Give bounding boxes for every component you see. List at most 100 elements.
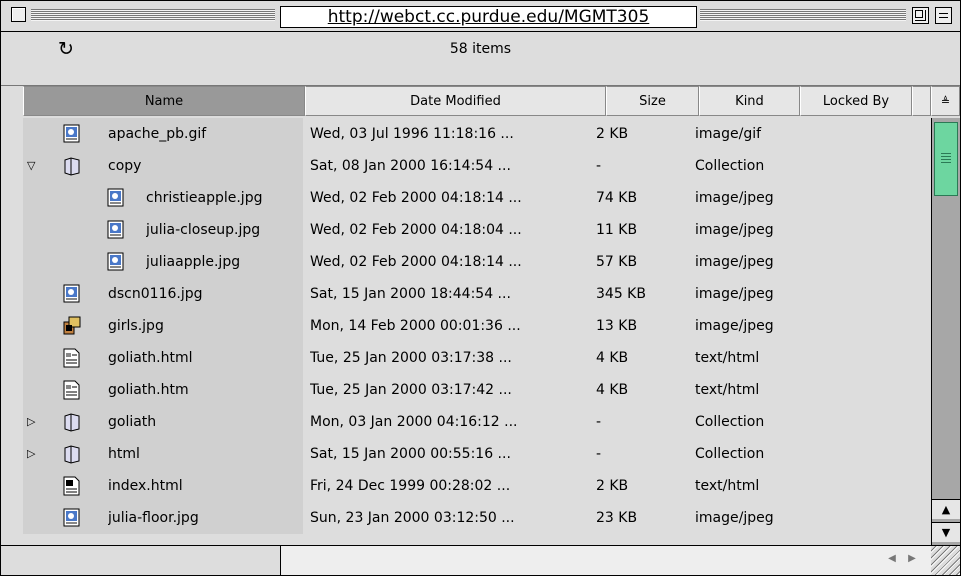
file-size: 74 KB [596, 190, 638, 206]
file-date: Fri, 24 Dec 1999 00:28:02 ... [310, 478, 511, 494]
image-file-icon [107, 252, 124, 271]
file-kind: image/jpeg [695, 286, 774, 302]
list-item[interactable]: goliath.htm Tue, 25 Jan 2000 03:17:42 ..… [23, 374, 931, 406]
file-name: julia-closeup.jpg [146, 222, 261, 238]
resize-grip-icon[interactable] [931, 546, 960, 575]
grip-icon [941, 153, 951, 163]
browser-window: http://webct.cc.purdue.edu/MGMT305 58 it… [0, 0, 961, 576]
list-item[interactable]: girls.jpg Mon, 14 Feb 2000 00:01:36 ... … [23, 310, 931, 342]
file-name: julia-floor.jpg [108, 510, 199, 526]
disclosure-collapsed-icon[interactable]: ▷ [27, 416, 35, 428]
file-kind: image/jpeg [695, 190, 774, 206]
list-item[interactable]: apache_pb.gif Wed, 03 Jul 1996 11:18:16 … [23, 118, 931, 150]
column-header-locked-by[interactable]: Locked By [800, 86, 912, 116]
scroll-thumb[interactable] [934, 122, 958, 196]
list-item[interactable]: ▷ html Sat, 15 Jan 2000 00:55:16 ... - C… [23, 438, 931, 470]
application-file-icon [63, 316, 81, 335]
title-stripes-left [31, 9, 275, 21]
html-document-icon [63, 348, 80, 368]
file-kind: image/gif [695, 126, 762, 142]
list-item[interactable]: dscn0116.jpg Sat, 15 Jan 2000 18:44:54 .… [23, 278, 931, 310]
file-name: girls.jpg [108, 318, 164, 334]
window-title[interactable]: http://webct.cc.purdue.edu/MGMT305 [280, 6, 697, 28]
file-date: Tue, 25 Jan 2000 03:17:38 ... [310, 350, 512, 366]
info-bar: 58 items ↻ [1, 32, 960, 86]
file-size: 2 KB [596, 126, 629, 142]
scroll-right-button[interactable]: ▶ [905, 550, 919, 568]
list-item[interactable]: julia-closeup.jpg Wed, 02 Feb 2000 04:18… [23, 214, 931, 246]
horizontal-scrollbar[interactable]: ◀ ▶ [281, 546, 931, 575]
file-name: goliath [108, 414, 157, 430]
file-size: 23 KB [596, 510, 638, 526]
file-date: Sat, 15 Jan 2000 18:44:54 ... [310, 286, 511, 302]
close-box[interactable] [11, 7, 26, 22]
file-kind: image/jpeg [695, 222, 774, 238]
column-header-kind[interactable]: Kind [699, 86, 800, 116]
list-item[interactable]: goliath.html Tue, 25 Jan 2000 03:17:38 .… [23, 342, 931, 374]
status-area [1, 546, 281, 575]
file-date: Wed, 02 Feb 2000 04:18:14 ... [310, 190, 522, 206]
file-size: 4 KB [596, 382, 629, 398]
zoom-box[interactable] [912, 7, 929, 24]
file-name: apache_pb.gif [108, 126, 207, 142]
file-kind: text/html [695, 478, 760, 494]
file-date: Tue, 25 Jan 2000 03:17:42 ... [310, 382, 512, 398]
list-item[interactable]: juliaapple.jpg Wed, 02 Feb 2000 04:18:14… [23, 246, 931, 278]
file-size: - [596, 158, 602, 174]
folder-icon [64, 445, 80, 464]
file-list: apache_pb.gif Wed, 03 Jul 1996 11:18:16 … [23, 118, 931, 545]
column-sort-icon[interactable]: ≜ [931, 86, 960, 116]
file-date: Mon, 14 Feb 2000 00:01:36 ... [310, 318, 521, 334]
file-name: dscn0116.jpg [108, 286, 203, 302]
title-bar[interactable]: http://webct.cc.purdue.edu/MGMT305 [1, 1, 960, 32]
column-headers: Name Date Modified Size Kind Locked By ≜ [23, 86, 960, 118]
disclosure-collapsed-icon[interactable]: ▷ [27, 448, 35, 460]
web-page-icon [63, 476, 80, 496]
list-item[interactable]: ▽ copy Sat, 08 Jan 2000 16:14:54 ... - C… [23, 150, 931, 182]
refresh-icon[interactable]: ↻ [58, 38, 74, 60]
file-kind: Collection [695, 446, 765, 462]
file-name: html [108, 446, 140, 462]
file-date: Wed, 02 Feb 2000 04:18:14 ... [310, 254, 522, 270]
image-file-icon [63, 508, 80, 527]
list-item[interactable]: ▷ goliath Mon, 03 Jan 2000 04:16:12 ... … [23, 406, 931, 438]
file-date: Wed, 03 Jul 1996 11:18:16 ... [310, 126, 514, 142]
file-name: goliath.html [108, 350, 193, 366]
file-kind: image/jpeg [695, 254, 774, 270]
file-kind: Collection [695, 158, 765, 174]
scroll-up-button[interactable]: ▲ [932, 499, 960, 519]
scroll-down-button[interactable]: ▼ [932, 522, 960, 542]
file-kind: text/html [695, 382, 760, 398]
file-date: Sat, 15 Jan 2000 00:55:16 ... [310, 446, 511, 462]
list-item[interactable]: index.html Fri, 24 Dec 1999 00:28:02 ...… [23, 470, 931, 502]
file-size: 345 KB [596, 286, 646, 302]
file-name: christieapple.jpg [146, 190, 263, 206]
column-header-name[interactable]: Name [23, 86, 305, 116]
list-item[interactable]: julia-floor.jpg Sun, 23 Jan 2000 03:12:5… [23, 502, 931, 534]
image-file-icon [63, 124, 80, 143]
column-header-size[interactable]: Size [606, 86, 699, 116]
file-size: 2 KB [596, 478, 629, 494]
file-date: Mon, 03 Jan 2000 04:16:12 ... [310, 414, 518, 430]
column-header-date-modified[interactable]: Date Modified [305, 86, 606, 116]
column-header-spacer [912, 86, 931, 116]
disclosure-expanded-icon[interactable]: ▽ [27, 160, 35, 172]
image-file-icon [107, 220, 124, 239]
file-size: - [596, 414, 602, 430]
file-size: 11 KB [596, 222, 638, 238]
image-file-icon [63, 284, 80, 303]
image-file-icon [107, 188, 124, 207]
file-size: 4 KB [596, 350, 629, 366]
file-kind: image/jpeg [695, 318, 774, 334]
file-size: 57 KB [596, 254, 638, 270]
file-kind: text/html [695, 350, 760, 366]
collapse-box[interactable] [935, 7, 952, 24]
vertical-scrollbar[interactable]: ▲ ▼ [931, 118, 960, 545]
file-name: index.html [108, 478, 183, 494]
file-name: juliaapple.jpg [146, 254, 241, 270]
file-size: 13 KB [596, 318, 638, 334]
file-date: Sat, 08 Jan 2000 16:14:54 ... [310, 158, 511, 174]
list-item[interactable]: christieapple.jpg Wed, 02 Feb 2000 04:18… [23, 182, 931, 214]
scroll-left-button[interactable]: ◀ [885, 550, 899, 568]
file-kind: image/jpeg [695, 510, 774, 526]
